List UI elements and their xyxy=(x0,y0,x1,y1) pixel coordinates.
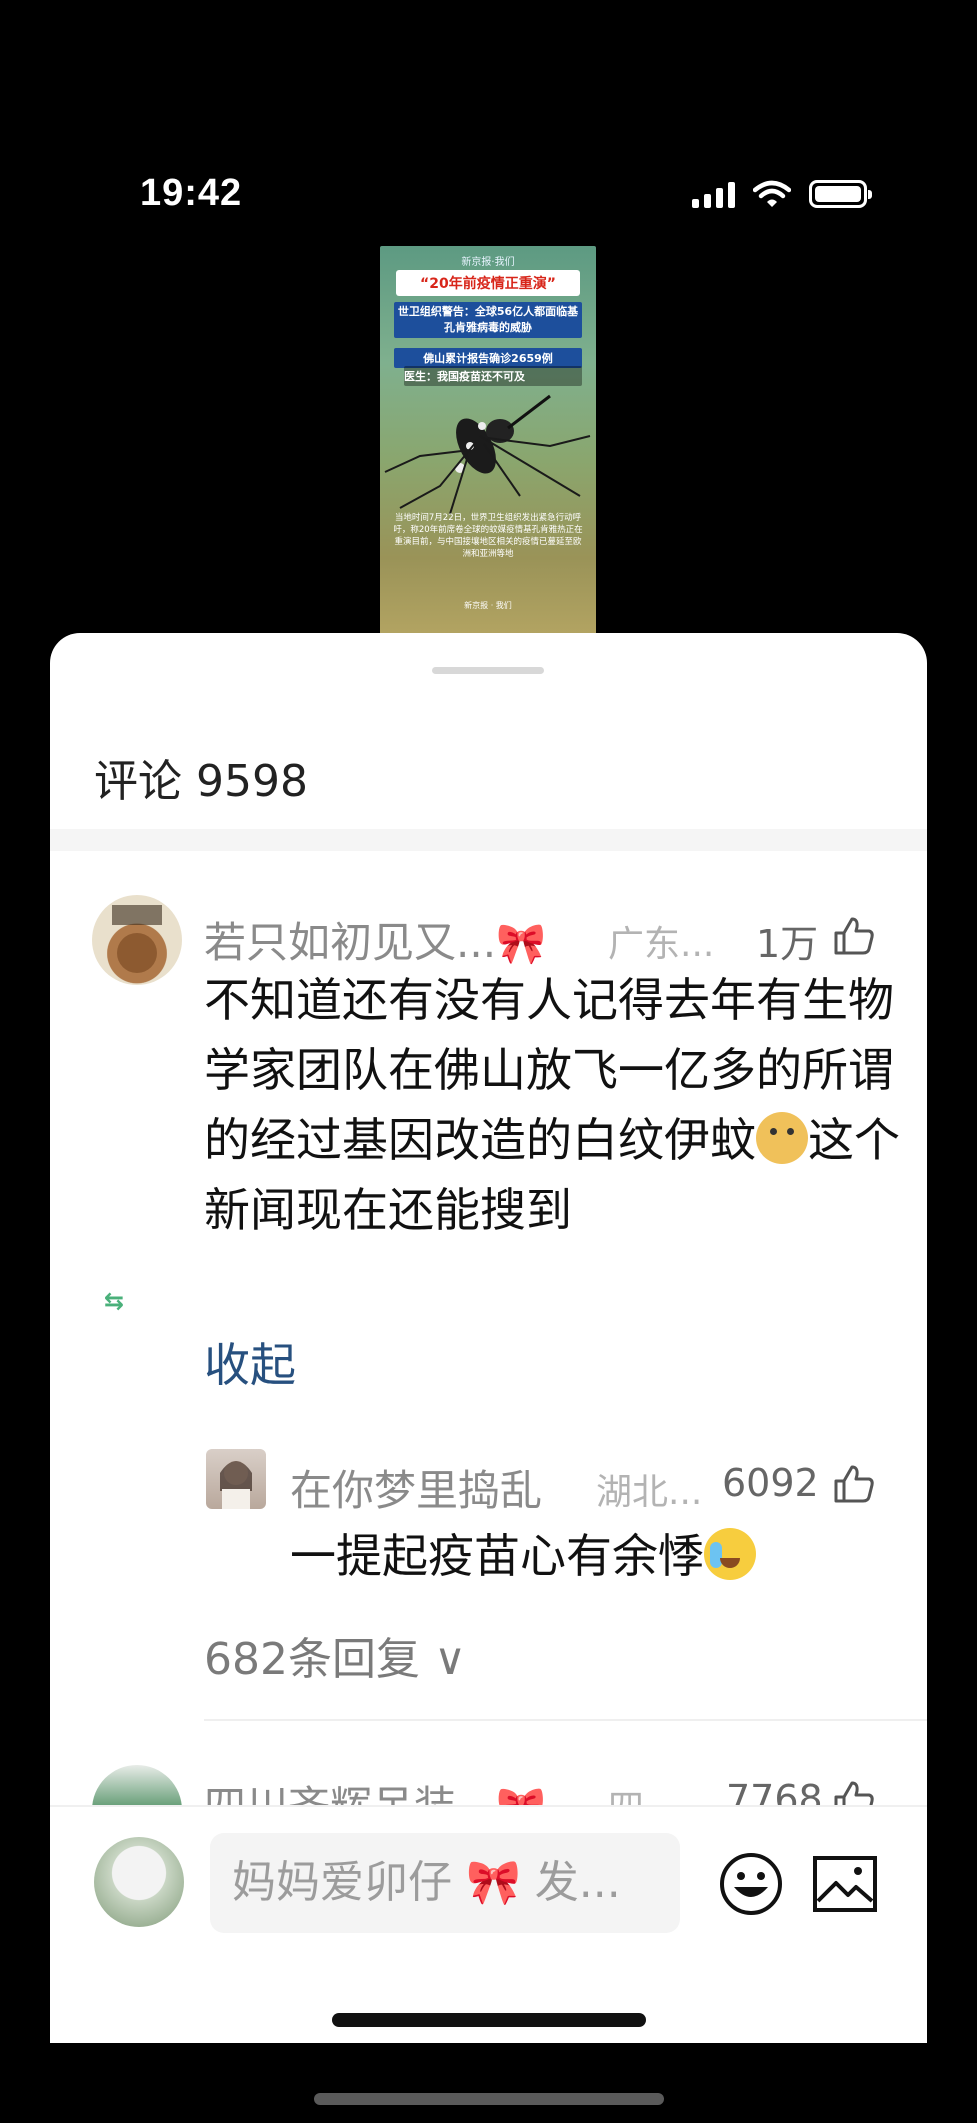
input-placeholder: 妈妈爱卯仔 xyxy=(232,1857,466,1908)
bow-icon: 🎀 xyxy=(466,1857,521,1908)
comment-sheet: 评论 9598 若只如初见又...🎀 广东... 1万 不知道还有没有人记得去年… xyxy=(50,633,927,2043)
reply-like-count: 6092 xyxy=(722,1461,819,1505)
video-thumbnail[interactable]: 新京报·我们 “20年前疫情正重演” 世卫组织警告：全球56亿人都面临基孔肯雅病… xyxy=(380,246,596,636)
comment-input[interactable]: 妈妈爱卯仔 🎀 发... xyxy=(210,1833,680,1933)
system-home-bar xyxy=(314,2093,664,2105)
reply-avatar[interactable] xyxy=(206,1449,266,1509)
doge-emoji-icon xyxy=(756,1112,808,1164)
wifi-icon xyxy=(753,180,791,207)
video-footer: 新京报 · 我们 xyxy=(464,601,512,610)
reply-avatar-art xyxy=(220,1461,252,1509)
avatar[interactable] xyxy=(92,895,182,985)
image-icon[interactable] xyxy=(812,1855,878,1913)
comment-text: 不知道还有没有人记得去年有生物学家团队在佛山放飞一亿多的所谓的经过基因改造的白纹… xyxy=(204,965,904,1245)
switch-account-icon[interactable]: ⇆ xyxy=(96,1283,132,1319)
like-icon[interactable] xyxy=(832,1461,876,1505)
like-count: 1万 xyxy=(756,922,819,966)
comments-title: 评论 9598 xyxy=(94,756,308,807)
status-icons xyxy=(692,180,872,208)
battery-icon xyxy=(809,180,872,208)
video-brand: 新京报·我们 xyxy=(461,257,515,268)
video-title: “20年前疫情正重演” xyxy=(396,270,580,296)
bow-icon: 🎀 xyxy=(496,921,546,967)
signal-icon xyxy=(692,180,735,208)
user-avatar[interactable] xyxy=(94,1837,184,1927)
comment-author-name: 若只如初见又... xyxy=(204,918,497,967)
view-replies-button[interactable]: 682条回复 ∨ xyxy=(204,1623,466,1687)
mosquito-image xyxy=(384,394,591,515)
sob-emoji-icon xyxy=(704,1528,756,1580)
comment-input-bar: 妈妈爱卯仔 🎀 发... xyxy=(50,1805,927,2043)
reply-text: 一提起疫苗心有余悸 xyxy=(290,1521,910,1591)
collapse-button[interactable]: 收起 xyxy=(204,1329,296,1395)
comment-divider xyxy=(204,1719,927,1721)
like-icon[interactable] xyxy=(832,913,876,957)
status-time: 19:42 xyxy=(140,172,243,214)
comment-author[interactable]: 若只如初见又...🎀 xyxy=(204,909,546,970)
video-headline: 世卫组织警告：全球56亿人都面临基孔肯雅病毒的威胁 xyxy=(394,302,582,338)
emoji-icon[interactable] xyxy=(718,1851,784,1917)
reply-location: 湖北... xyxy=(596,1472,703,1513)
video-subheadline: 佛山累计报告确诊2659例 xyxy=(394,348,582,368)
reply-text-part: 一提起疫苗心有余悸 xyxy=(290,1529,704,1583)
home-indicator xyxy=(332,2013,646,2027)
video-body-text: 当地时间7月22日，世界卫生组织发出紧急行动呼吁，称20年前席卷全球的蚊媒疫情基… xyxy=(393,513,583,559)
sheet-grabber[interactable] xyxy=(432,667,544,674)
reply-author[interactable]: 在你梦里捣乱 xyxy=(290,1457,542,1518)
section-divider xyxy=(50,829,927,851)
comment-location: 广东... xyxy=(608,924,715,965)
input-placeholder: 发... xyxy=(520,1857,621,1908)
avatar-art xyxy=(112,905,162,973)
